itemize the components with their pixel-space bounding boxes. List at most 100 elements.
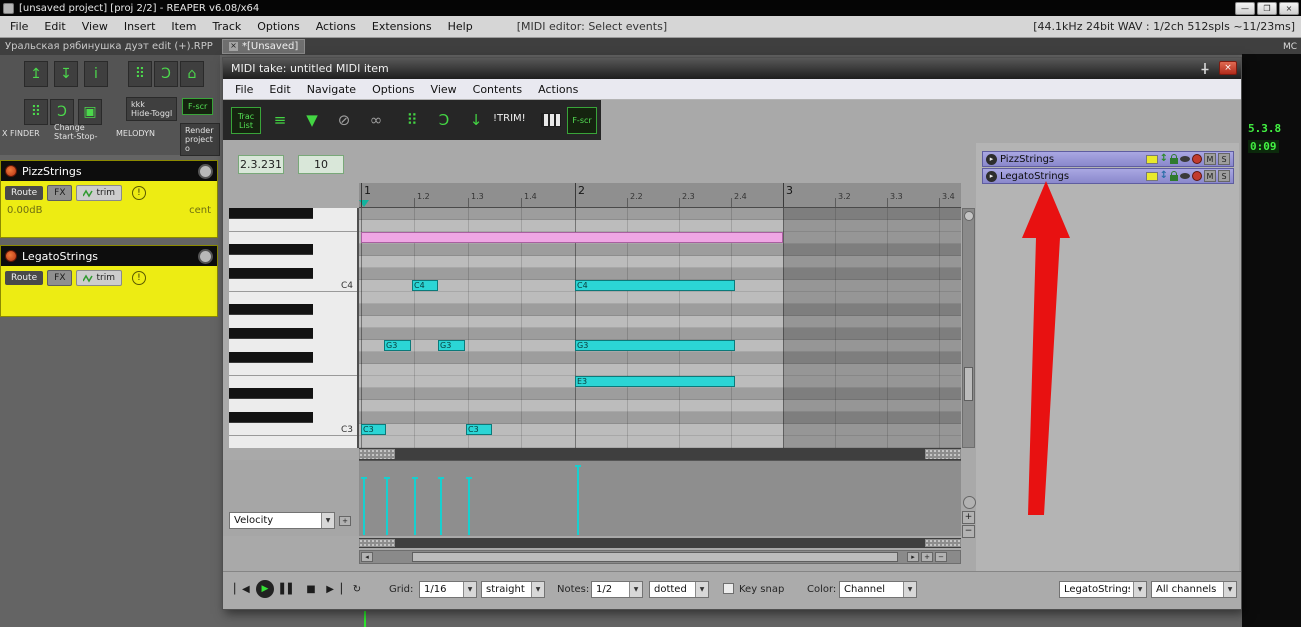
scroll-left-button[interactable]: ◂	[361, 552, 373, 562]
key-snap-checkbox[interactable]	[723, 583, 734, 594]
midi-editor-titlebar[interactable]: MIDI take: untitled MIDI item ×	[223, 58, 1241, 79]
piano-key-F#4[interactable]	[229, 208, 313, 219]
link-icon[interactable]: ∞	[363, 108, 389, 132]
fscr-button[interactable]: F-scr	[567, 107, 597, 134]
drag-dots-left[interactable]	[359, 539, 395, 547]
zoom-out-button[interactable]: −	[962, 525, 975, 538]
midi-note-c4[interactable]: C4	[412, 280, 438, 291]
swing-icon[interactable]: Ɔ	[431, 108, 457, 132]
midi-menu-edit[interactable]: Edit	[261, 83, 298, 96]
menu-insert[interactable]: Insert	[116, 20, 164, 33]
midi-menu-view[interactable]: View	[423, 83, 465, 96]
drag-dots-right[interactable]	[925, 449, 961, 459]
tab-unsaved-project[interactable]: × *[Unsaved]	[222, 39, 306, 54]
hzoom-out-button[interactable]: −	[935, 552, 947, 562]
midi-menu-contents[interactable]: Contents	[465, 83, 530, 96]
channel-filter-select[interactable]: All channels ▼	[1151, 581, 1237, 598]
drag-dots-left[interactable]	[359, 449, 395, 459]
track-name[interactable]: LegatoStrings	[22, 250, 193, 263]
env-alert-button[interactable]: !	[131, 186, 146, 200]
toolbar-button-render-project[interactable]: Render project o	[180, 123, 220, 156]
volume-knob[interactable]	[198, 163, 213, 179]
bank-icon[interactable]: ⌂	[180, 61, 204, 87]
render-icon[interactable]: ↧	[54, 61, 78, 87]
menu-view[interactable]: View	[74, 20, 116, 33]
piano-keyboard[interactable]: C4 C3	[229, 208, 359, 448]
record-arm-button[interactable]	[5, 250, 17, 262]
track-panel-legatostrings[interactable]: LegatoStrings Route FX trim !	[0, 245, 218, 317]
scroll-zoom-button[interactable]	[964, 211, 974, 221]
trim-button[interactable]: trim	[76, 185, 122, 201]
menu-extensions[interactable]: Extensions	[364, 20, 440, 33]
velocity-bar[interactable]	[575, 465, 581, 535]
grid-type-select[interactable]: straight ▼	[481, 581, 545, 598]
repeat-button[interactable]: ↻	[348, 581, 366, 597]
step-input-icon[interactable]: ↓	[463, 108, 489, 132]
track-list-button[interactable]: Trac List	[231, 107, 261, 134]
lock-icon[interactable]: ▣	[78, 99, 102, 125]
toolbar-button-change-start-stop[interactable]: Change Start-Stop-	[54, 123, 98, 141]
event-view-icon[interactable]: ≡	[267, 108, 293, 132]
vertical-scroll-thumb[interactable]	[964, 367, 973, 401]
track-name[interactable]: PizzStrings	[22, 165, 193, 178]
vertical-scrollbar[interactable]	[962, 208, 975, 448]
midi-menu-file[interactable]: File	[227, 83, 261, 96]
toolbar-button-fx-finder[interactable]: X FINDER	[2, 129, 40, 138]
route-button[interactable]: Route	[5, 186, 44, 200]
volume-knob[interactable]	[198, 248, 213, 264]
midi-note-c3[interactable]: C3	[361, 424, 386, 435]
pause-button[interactable]: ▌▌	[279, 581, 297, 597]
piano-key-C#3[interactable]	[229, 412, 313, 423]
close-button[interactable]: ×	[1279, 1, 1299, 15]
midi-menu-actions[interactable]: Actions	[530, 83, 586, 96]
minimize-button[interactable]: —	[1235, 1, 1255, 15]
note-length-display[interactable]: 10	[298, 155, 344, 174]
velocity-bar[interactable]	[361, 477, 367, 535]
toolbar-button-fscr[interactable]: F-scr	[182, 98, 214, 115]
piano-key-C#4[interactable]	[229, 268, 313, 279]
menu-file[interactable]: File	[2, 20, 36, 33]
grid-snap-icon[interactable]: ⠿	[399, 108, 425, 132]
velocity-bar[interactable]	[384, 477, 390, 535]
midi-note-g3[interactable]: G3	[575, 340, 735, 351]
midi-menu-navigate[interactable]: Navigate	[299, 83, 364, 96]
go-to-end-button[interactable]: ▶▕	[325, 581, 343, 597]
piano-key-G#3[interactable]	[229, 328, 313, 339]
midi-note-e4[interactable]	[361, 232, 783, 243]
trim-button[interactable]: trim	[76, 270, 122, 286]
piano-key-A#3[interactable]	[229, 304, 313, 315]
menu-item[interactable]: Item	[163, 20, 204, 33]
midi-note-c3[interactable]: C3	[466, 424, 492, 435]
stop-button[interactable]: ■	[302, 581, 320, 597]
scroll-right-button[interactable]: ▸	[907, 552, 919, 562]
menu-help[interactable]: Help	[440, 20, 481, 33]
ripple-edit-icon[interactable]: Ɔ	[50, 99, 74, 125]
midi-note-e3[interactable]: E3	[575, 376, 735, 387]
zoom-in-button[interactable]: +	[962, 511, 975, 524]
timeline-ruler[interactable]: 1 1.2 1.3 1.4 2 2.2 2.3 2.4 3 3.2 3.3 3.4	[359, 183, 961, 208]
pin-icon[interactable]	[1199, 62, 1211, 75]
track-panel-pizzstrings[interactable]: PizzStrings Route FX trim ! 0.00dB cent	[0, 160, 218, 238]
position-display[interactable]: 2.3.231	[238, 155, 284, 174]
fx-button[interactable]: FX	[47, 185, 73, 201]
menu-edit[interactable]: Edit	[36, 20, 73, 33]
velocity-bar[interactable]	[466, 477, 472, 535]
color-mode-select[interactable]: Channel ▼	[839, 581, 917, 598]
lane-divider-handle-2[interactable]	[359, 538, 961, 548]
piano-roll-grid[interactable]: C3 G3 C4 G3 C3 C4 G3 E3	[359, 208, 961, 448]
record-arm-button[interactable]	[5, 165, 17, 177]
midi-note-g3[interactable]: G3	[384, 340, 411, 351]
lane-zoom-button[interactable]	[963, 496, 976, 509]
midi-editor-window[interactable]: MIDI take: untitled MIDI item × File Edit…	[222, 57, 1242, 610]
toolbar-button-melodyne[interactable]: MELODYN	[116, 129, 155, 138]
velocity-bar[interactable]	[438, 477, 444, 535]
midi-device-icon[interactable]	[541, 113, 561, 127]
note-division-select[interactable]: 1/2 ▼	[591, 581, 643, 598]
piano-key-D#4[interactable]	[229, 244, 313, 255]
window-titlebar[interactable]: [unsaved project] [proj 2/2] - REAPER v6…	[0, 0, 1301, 16]
velocity-lane[interactable]	[359, 460, 961, 536]
unmute-all-icon[interactable]: ⊘	[331, 108, 357, 132]
env-alert-button[interactable]: !	[131, 271, 146, 285]
grid-settings-icon[interactable]: ⠿	[128, 61, 152, 87]
note-type-select[interactable]: dotted ▼	[649, 581, 709, 598]
